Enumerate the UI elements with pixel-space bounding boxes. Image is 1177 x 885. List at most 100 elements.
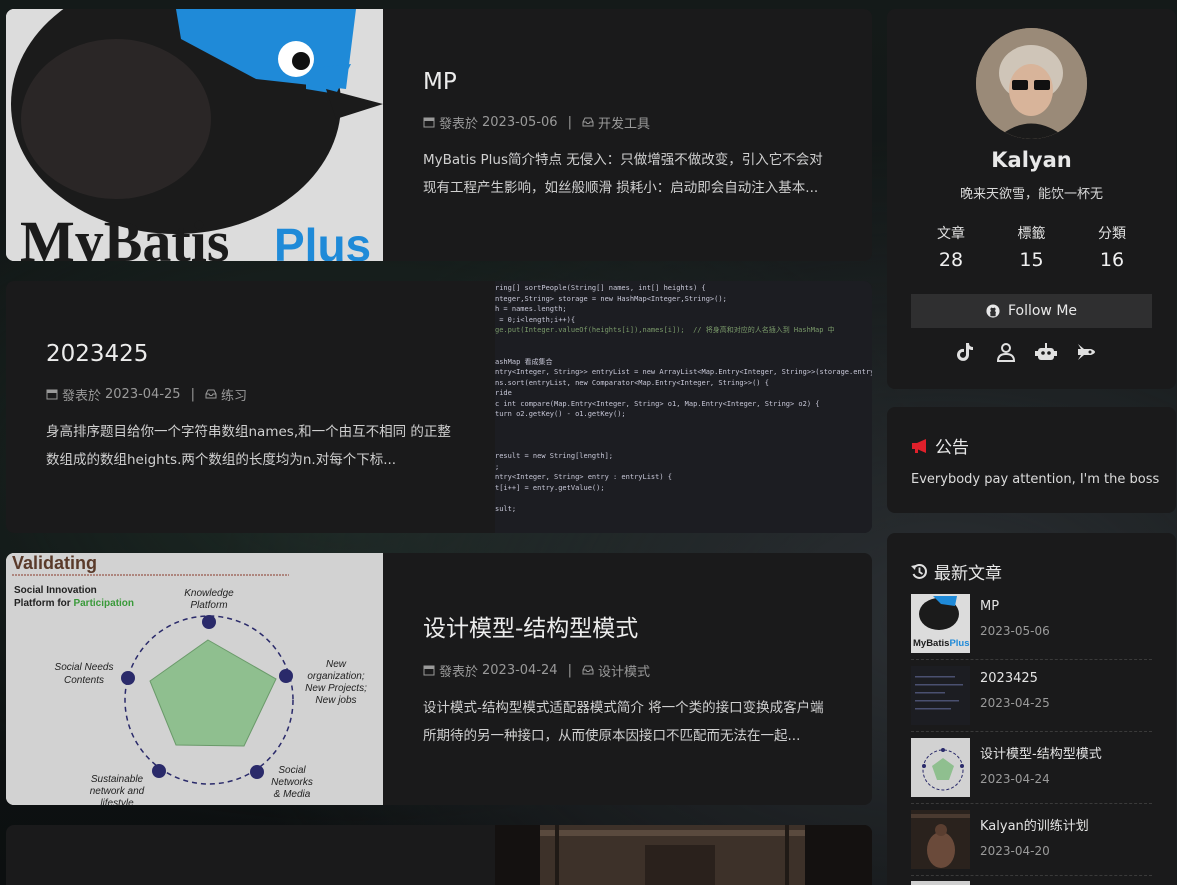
recent-post-date: 2023-04-25 xyxy=(980,696,1050,710)
code-line: h = names.length; xyxy=(495,305,567,313)
post-card[interactable] xyxy=(6,825,872,885)
post-category-link[interactable]: 开发工具 xyxy=(598,113,650,132)
divider xyxy=(911,875,1152,876)
post-title[interactable]: MP xyxy=(423,69,832,95)
stat-label: 文章 xyxy=(937,226,965,242)
follow-label: Follow Me xyxy=(1007,303,1078,319)
svg-text:Platform: Platform xyxy=(190,600,227,611)
tiktok-icon[interactable] xyxy=(955,341,977,363)
post-meta: 發表於 2023-04-24 | 设计模式 xyxy=(423,661,832,680)
recent-post-title[interactable]: Kalyan的训练计划 xyxy=(980,815,1089,834)
post-category-link[interactable]: 设计模式 xyxy=(598,661,650,680)
radar-diagram: Validating Social Innovation Platform fo… xyxy=(6,553,383,805)
code-line: ; xyxy=(495,462,500,471)
post-date: 2023-04-24 xyxy=(482,662,558,678)
stat-value: 28 xyxy=(938,249,964,271)
recent-post-item[interactable]: Kalyan的训练计划 2023-04-20 xyxy=(911,810,1152,872)
announcement-title: 公告 xyxy=(911,433,969,458)
mybatis-bird-logo: MyBatis Plus xyxy=(6,9,383,261)
post-card[interactable]: Validating Social Innovation Platform fo… xyxy=(6,553,872,805)
post-title[interactable]: 2023425 xyxy=(46,341,455,367)
meta-prefix: 發表於 xyxy=(62,388,102,404)
divider xyxy=(911,659,1152,660)
stat-categories[interactable]: 分類 16 xyxy=(1072,223,1152,271)
recent-thumb[interactable] xyxy=(911,738,970,797)
svg-text:Social: Social xyxy=(278,765,306,776)
post-card[interactable]: 2023425 發表於 2023-04-25 | 练习 身高排序题目给你一个字符… xyxy=(6,281,872,533)
stat-label: 標籤 xyxy=(1017,226,1046,242)
svg-text:lifestyle: lifestyle xyxy=(100,798,134,805)
stat-label: 分類 xyxy=(1098,226,1126,242)
code-line: = 0;i<length;i++){ xyxy=(495,315,576,324)
svg-text:Knowledge: Knowledge xyxy=(184,588,234,599)
stat-tags[interactable]: 標籤 15 xyxy=(992,223,1072,271)
post-excerpt: 设计模式-结构型模式适配器模式简介 将一个类的接口变换成客户端所期待的另一种接口… xyxy=(423,699,824,744)
user-icon[interactable] xyxy=(995,341,1017,363)
svg-text:Social Needs: Social Needs xyxy=(55,662,114,673)
svg-text:Social Innovation: Social Innovation xyxy=(14,585,97,596)
recent-post-title[interactable]: MP xyxy=(980,599,1050,614)
stat-value: 15 xyxy=(1019,249,1044,271)
post-info: 设计模型-结构型模式 發表於 2023-04-24 | 设计模式 设计模式-结构… xyxy=(383,553,872,805)
code-line: ge.put(Integer.valueOf(heights[i]),names… xyxy=(495,326,835,334)
svg-text:Plus: Plus xyxy=(274,219,371,261)
post-info: MP 發表於 2023-05-06 | 开发工具 MyBatis Plus简介特… xyxy=(383,9,872,261)
recent-thumb[interactable] xyxy=(911,810,970,869)
code-line: t[i++] = entry.getValue(); xyxy=(495,483,605,492)
post-thumbnail[interactable]: Validating Social Innovation Platform fo… xyxy=(6,553,383,805)
calendar-icon xyxy=(423,117,435,128)
recent-post-item[interactable]: MyBatisPlus MP 2023-05-06 xyxy=(911,594,1152,656)
post-card[interactable]: MyBatis Plus MP 發表於 2023-05-06 | 开发工具 My… xyxy=(6,9,872,261)
post-meta: 發表於 2023-04-25 | 练习 xyxy=(46,385,455,404)
post-thumbnail[interactable]: MyBatis Plus xyxy=(6,9,383,261)
stat-value: 16 xyxy=(1099,249,1125,271)
inbox-icon xyxy=(582,665,594,675)
svg-text:& Media: & Media xyxy=(274,789,311,800)
announcement-text: Everybody pay attention, I'm the boss xyxy=(911,472,1160,487)
svg-text:MyBatisPlus: MyBatisPlus xyxy=(913,638,970,649)
code-line: nteger,String> storage = new HashMap<Int… xyxy=(495,294,727,303)
code-screenshot: ring[] sortPeople(String[] names, int[] … xyxy=(495,283,872,533)
recent-post-date: 2023-04-24 xyxy=(980,772,1050,786)
recent-post-date: 2023-05-06 xyxy=(980,624,1050,638)
follow-me-button[interactable]: Follow Me xyxy=(911,294,1152,328)
recent-title: 最新文章 xyxy=(911,559,1002,584)
avatar[interactable] xyxy=(976,28,1087,139)
post-title[interactable]: 设计模型-结构型模式 xyxy=(423,609,832,643)
recent-post-title[interactable]: 设计模型-结构型模式 xyxy=(980,743,1102,762)
post-excerpt: 身高排序题目给你一个字符串数组names,和一个由互不相同 的正整数组成的数组h… xyxy=(46,423,451,468)
announcement-card: 公告 Everybody pay attention, I'm the boss xyxy=(887,407,1176,513)
post-thumbnail[interactable] xyxy=(495,825,872,885)
code-line: ashMap 看成集合 xyxy=(495,357,553,366)
calendar-icon xyxy=(423,665,435,676)
site-stats: 文章 28 標籤 15 分類 16 xyxy=(911,223,1152,271)
post-thumbnail[interactable]: ring[] sortPeople(String[] names, int[] … xyxy=(495,281,872,533)
recent-post-title[interactable]: 2023425 xyxy=(980,671,1050,686)
author-name: Kalyan xyxy=(991,148,1072,172)
post-category-link[interactable]: 练习 xyxy=(221,385,247,404)
recent-post-item[interactable]: 设计模型-结构型模式 2023-04-24 xyxy=(911,738,1152,800)
svg-text:network and: network and xyxy=(90,786,145,797)
robot-icon[interactable] xyxy=(1035,341,1057,363)
svg-text:Contents: Contents xyxy=(64,675,104,686)
bullhorn-icon xyxy=(912,438,926,453)
recent-post-item[interactable]: 2023425 2023-04-25 xyxy=(911,666,1152,728)
gym-photo xyxy=(495,825,872,885)
author-bio: 晚来天欲雪，能饮一杯无 xyxy=(959,187,1103,202)
code-line: ride xyxy=(495,389,512,397)
stat-articles[interactable]: 文章 28 xyxy=(911,223,991,271)
recent-thumb[interactable]: MyBatisPlus xyxy=(911,594,970,653)
divider xyxy=(911,731,1152,732)
rocket-icon[interactable] xyxy=(1075,341,1097,363)
code-line: ntry<Integer, String>> entryList = new A… xyxy=(495,368,872,376)
post-meta: 發表於 2023-05-06 | 开发工具 xyxy=(423,113,832,132)
meta-prefix: 發表於 xyxy=(439,664,479,680)
recent-thumb[interactable] xyxy=(911,666,970,725)
recent-post-date: 2023-04-20 xyxy=(980,844,1050,858)
